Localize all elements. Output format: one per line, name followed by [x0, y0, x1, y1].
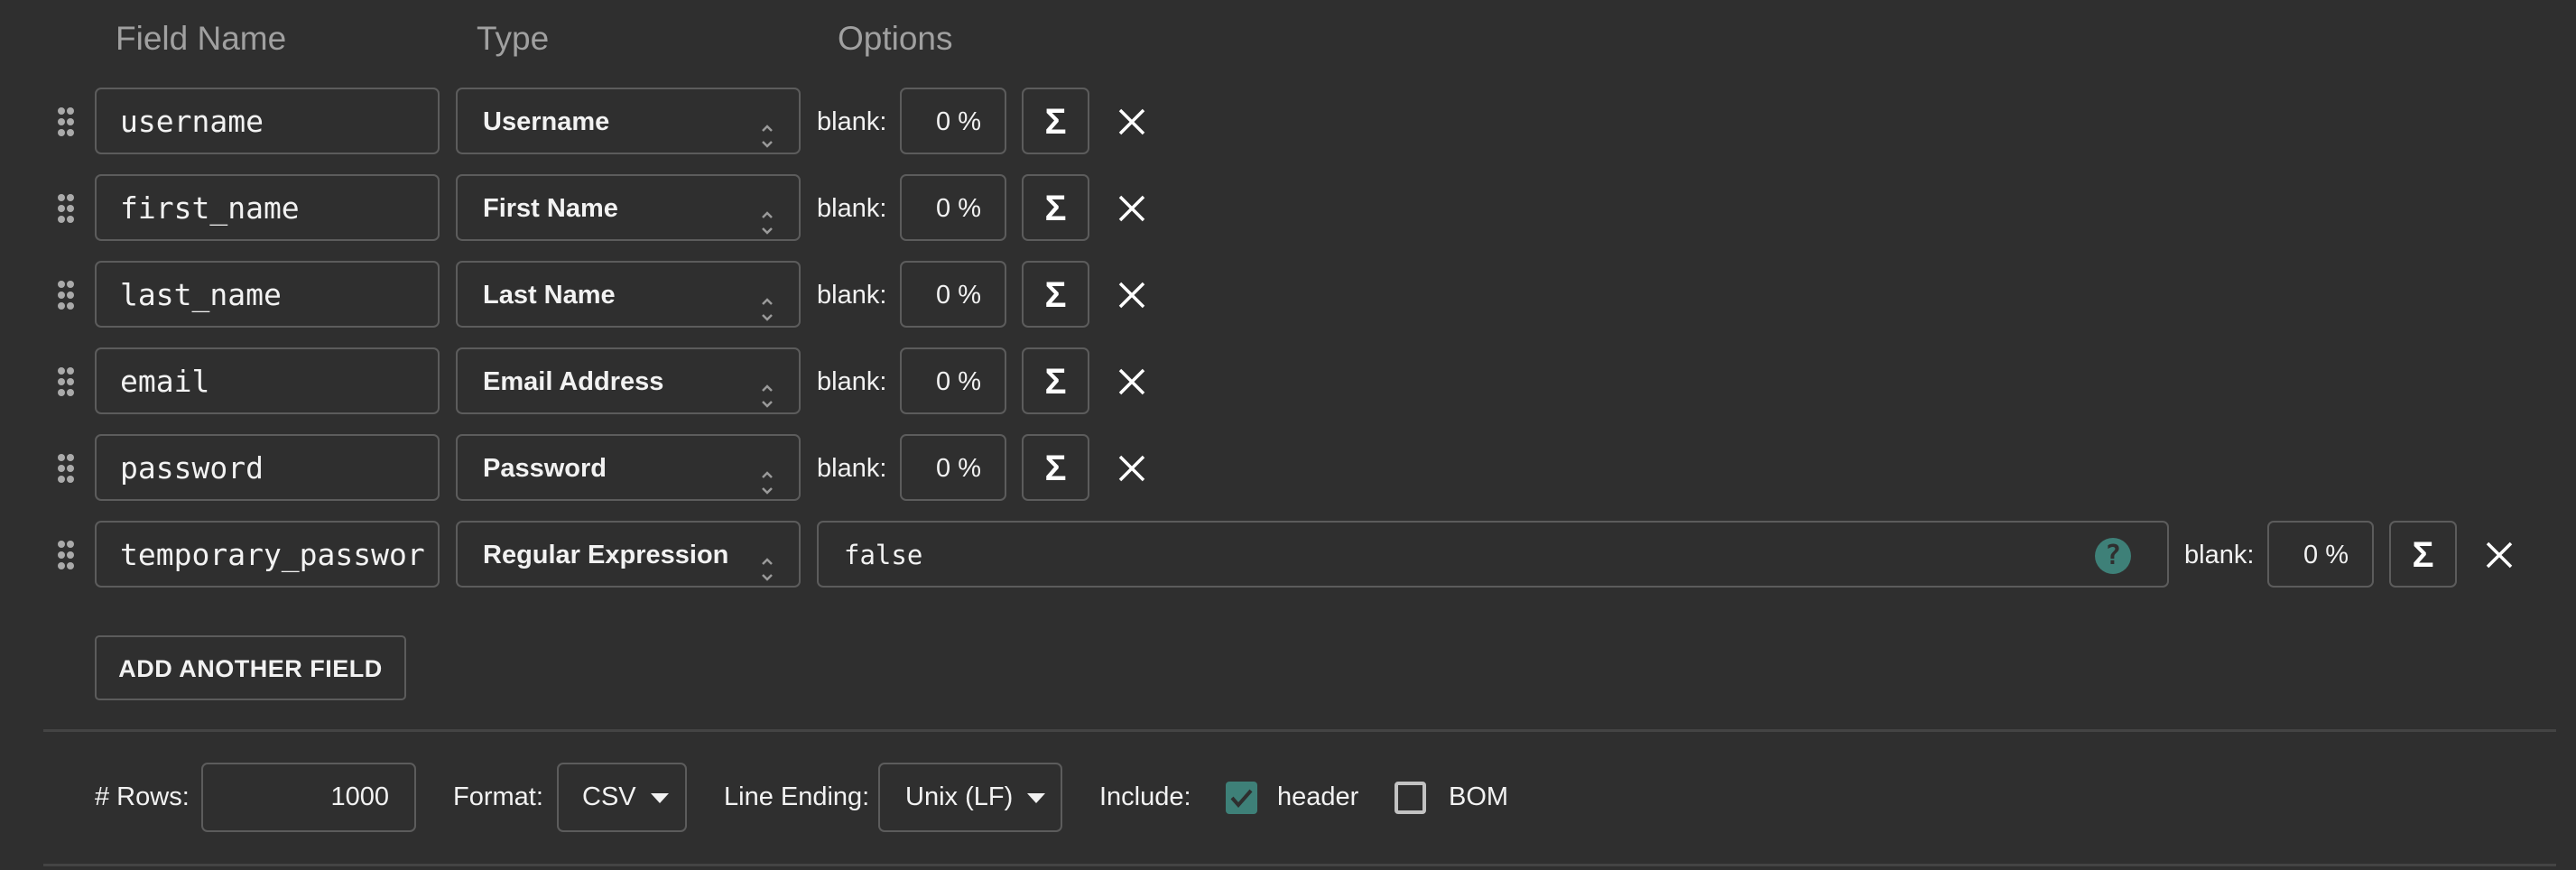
drag-handle-icon[interactable] — [58, 281, 74, 310]
field-row: temporary_passwor Regular Expression false… — [0, 521, 2576, 591]
format-select[interactable]: CSV — [557, 763, 687, 832]
include-label: Include: — [1099, 782, 1191, 811]
up-down-chevron-icon — [761, 196, 774, 235]
header-checkbox[interactable] — [1226, 782, 1257, 814]
bottom-divider — [43, 864, 2556, 866]
sigma-icon: Σ — [1044, 449, 1067, 488]
field-row: last_name Last Name blank: 0 % Σ — [0, 261, 2576, 331]
line-ending-label: Line Ending: — [724, 782, 870, 811]
field-name-input[interactable]: password — [95, 434, 440, 501]
sigma-icon: Σ — [2412, 535, 2434, 575]
up-down-chevron-icon — [761, 542, 774, 581]
rows-label: # Rows: — [95, 782, 190, 811]
drag-handle-icon[interactable] — [58, 541, 74, 569]
format-label: Format: — [453, 782, 543, 811]
formula-button[interactable]: Σ — [1022, 347, 1089, 414]
remove-field-button[interactable] — [1117, 194, 1146, 223]
divider — [43, 729, 2556, 732]
field-type-select[interactable]: First Name — [456, 174, 801, 241]
header-options: Options — [838, 20, 953, 57]
blank-label: blank: — [817, 194, 887, 223]
line-ending-select[interactable]: Unix (LF) — [878, 763, 1062, 832]
close-icon — [1117, 108, 1146, 140]
blank-label: blank: — [817, 454, 887, 483]
field-type-value: Last Name — [483, 281, 616, 310]
field-row: password Password blank: 0 % Σ — [0, 434, 2576, 504]
close-icon — [2485, 541, 2514, 573]
close-icon — [1117, 368, 1146, 400]
drag-handle-icon[interactable] — [58, 454, 74, 483]
regex-value: false — [844, 540, 923, 570]
sigma-icon: Σ — [1044, 102, 1067, 142]
remove-field-button[interactable] — [1117, 281, 1146, 310]
sigma-icon: Σ — [1044, 189, 1067, 228]
formula-button[interactable]: Σ — [2389, 521, 2457, 588]
rows-input[interactable]: 1000 — [201, 763, 416, 832]
field-type-select[interactable]: Regular Expression — [456, 521, 801, 588]
blank-label: blank: — [817, 281, 887, 310]
drag-handle-icon[interactable] — [58, 194, 74, 223]
field-type-value: Password — [483, 454, 607, 483]
field-type-select[interactable]: Password — [456, 434, 801, 501]
remove-field-button[interactable] — [1117, 367, 1146, 396]
formula-button[interactable]: Σ — [1022, 261, 1089, 328]
field-type-value: Regular Expression — [483, 541, 729, 569]
blank-percent-input[interactable]: 0 % — [2267, 521, 2374, 588]
header-type: Type — [477, 20, 550, 57]
up-down-chevron-icon — [761, 456, 774, 495]
field-type-value: First Name — [483, 194, 618, 223]
up-down-chevron-icon — [761, 109, 774, 148]
formula-button[interactable]: Σ — [1022, 434, 1089, 501]
blank-percent-input[interactable]: 0 % — [900, 434, 1006, 501]
field-type-select[interactable]: Username — [456, 88, 801, 154]
regex-input[interactable]: false? — [817, 521, 2169, 588]
field-name-input[interactable]: last_name — [95, 261, 440, 328]
field-name-input[interactable]: email — [95, 347, 440, 414]
line-ending-value: Unix (LF) — [905, 782, 1014, 811]
caret-down-icon — [650, 792, 669, 803]
drag-handle-icon[interactable] — [58, 367, 74, 396]
close-icon — [1117, 195, 1146, 227]
checkmark-icon — [1230, 789, 1253, 809]
blank-percent-input[interactable]: 0 % — [900, 347, 1006, 414]
blank-percent-input[interactable]: 0 % — [900, 174, 1006, 241]
sigma-icon: Σ — [1044, 362, 1067, 402]
header-checkbox-label[interactable]: header — [1277, 762, 1358, 832]
field-type-value: Username — [483, 107, 610, 136]
remove-field-button[interactable] — [1117, 107, 1146, 136]
up-down-chevron-icon — [761, 282, 774, 321]
caret-down-icon — [1027, 792, 1046, 803]
header-field-name: Field Name — [116, 20, 287, 57]
up-down-chevron-icon — [761, 369, 774, 408]
blank-label: blank: — [2184, 541, 2255, 569]
bom-checkbox[interactable] — [1395, 782, 1426, 814]
sigma-icon: Σ — [1044, 275, 1067, 315]
formula-button[interactable]: Σ — [1022, 88, 1089, 154]
blank-label: blank: — [817, 367, 887, 396]
field-type-select[interactable]: Email Address — [456, 347, 801, 414]
blank-percent-input[interactable]: 0 % — [900, 88, 1006, 154]
field-row: first_name First Name blank: 0 % Σ — [0, 174, 2576, 245]
field-name-input[interactable]: username — [95, 88, 440, 154]
field-row: email Email Address blank: 0 % Σ — [0, 347, 2576, 418]
help-icon[interactable]: ? — [2095, 538, 2131, 574]
field-type-value: Email Address — [483, 367, 664, 396]
field-row: username Username blank: 0 % Σ — [0, 88, 2576, 158]
drag-handle-icon[interactable] — [58, 107, 74, 136]
blank-label: blank: — [817, 107, 887, 136]
remove-field-button[interactable] — [2485, 541, 2514, 569]
blank-percent-input[interactable]: 0 % — [900, 261, 1006, 328]
format-value: CSV — [582, 782, 636, 811]
field-name-input[interactable]: first_name — [95, 174, 440, 241]
bom-checkbox-label[interactable]: BOM — [1449, 762, 1508, 832]
formula-button[interactable]: Σ — [1022, 174, 1089, 241]
field-type-select[interactable]: Last Name — [456, 261, 801, 328]
add-another-field-button[interactable]: ADD ANOTHER FIELD — [95, 635, 406, 700]
close-icon — [1117, 282, 1146, 313]
close-icon — [1117, 455, 1146, 486]
remove-field-button[interactable] — [1117, 454, 1146, 483]
field-name-input[interactable]: temporary_passwor — [95, 521, 440, 588]
